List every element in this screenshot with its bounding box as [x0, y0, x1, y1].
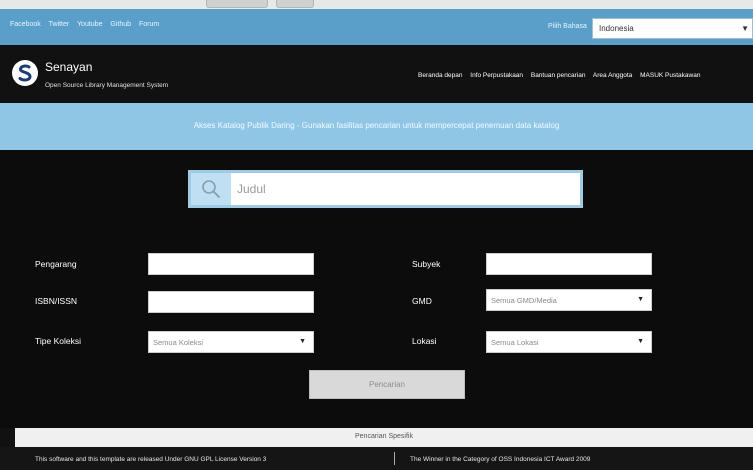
specific-search-toggle[interactable]: Pencarian Spesifik	[15, 428, 753, 447]
top-bar: Facebook Twitter Youtube Github Forum Pi…	[0, 9, 753, 45]
footer-divider	[394, 452, 395, 465]
nav-item-home[interactable]: Beranda depan	[418, 72, 462, 79]
forum-link[interactable]: Forum	[139, 21, 159, 28]
specific-search-label: Pencarian Spesifik	[355, 433, 413, 440]
language-selected-value: Indonesia	[599, 24, 634, 33]
title-search-input[interactable]	[237, 173, 577, 205]
language-select[interactable]: Indonesia ▼	[592, 18, 753, 39]
search-submit-button[interactable]: Pencarian	[309, 370, 465, 399]
gmd-label: GMD	[412, 296, 432, 306]
location-select[interactable]: Semua Lokasi ▼	[486, 331, 652, 353]
brand-tagline: Open Source Library Management System	[45, 82, 169, 89]
senayan-logo-icon[interactable]	[12, 60, 38, 86]
search-panel: Pengarang Subyek ISBN/ISSN GMD Semua GMD…	[0, 150, 753, 428]
footer-award-text: The Winner in the Category of OSS Indone…	[410, 456, 591, 463]
footer: This software and this template are rele…	[0, 447, 753, 470]
browser-tab[interactable]	[206, 0, 268, 8]
isbn-input[interactable]	[148, 291, 314, 313]
search-icon	[202, 180, 220, 198]
subject-label: Subyek	[412, 259, 441, 269]
facebook-link[interactable]: Facebook	[10, 21, 41, 28]
nav-item-search-help[interactable]: Bantuan pencarian	[531, 72, 586, 79]
banner-text: Akses Katalog Publik Daring - Gunakan fa…	[193, 121, 560, 130]
browser-tab-strip	[0, 0, 753, 9]
footer-license-text: This software and this template are rele…	[35, 456, 267, 463]
subject-input[interactable]	[486, 253, 652, 275]
collection-type-select[interactable]: Semua Koleksi ▼	[148, 331, 314, 353]
author-input[interactable]	[148, 253, 314, 275]
nav-item-library-info[interactable]: Info Perpustakaan	[470, 72, 523, 79]
search-icon-box[interactable]	[191, 173, 231, 205]
site-header: Senayan Open Source Library Management S…	[0, 45, 753, 103]
browser-tab[interactable]	[276, 0, 314, 8]
dropdown-arrow-icon: ▼	[637, 338, 644, 345]
collection-type-label: Tipe Koleksi	[35, 336, 81, 346]
dropdown-arrow-icon: ▼	[299, 338, 306, 345]
twitter-link[interactable]: Twitter	[49, 21, 70, 28]
brand-name[interactable]: Senayan	[45, 60, 92, 74]
gmd-selected-value: Semua GMD/Media	[491, 296, 557, 305]
gmd-select[interactable]: Semua GMD/Media ▼	[486, 289, 652, 311]
keyword-search-box	[188, 170, 583, 208]
location-selected-value: Semua Lokasi	[491, 338, 539, 347]
social-links: Facebook Twitter Youtube Github Forum	[10, 21, 165, 28]
main-navigation: Beranda depan Info Perpustakaan Bantuan …	[418, 72, 706, 79]
youtube-link[interactable]: Youtube	[77, 21, 102, 28]
dropdown-arrow-icon: ▼	[637, 296, 644, 303]
isbn-label: ISBN/ISSN	[35, 296, 78, 306]
collection-type-selected-value: Semua Koleksi	[153, 338, 204, 347]
nav-item-librarian-login[interactable]: MASUK Pustakawan	[640, 72, 700, 79]
info-banner: Akses Katalog Publik Daring - Gunakan fa…	[0, 103, 753, 150]
nav-item-member-area[interactable]: Area Anggota	[593, 72, 632, 79]
dropdown-arrow-icon: ▼	[741, 24, 749, 33]
location-label: Lokasi	[412, 336, 437, 346]
github-link[interactable]: Github	[110, 21, 131, 28]
author-label: Pengarang	[35, 259, 77, 269]
language-label: Pilih Bahasa	[548, 23, 587, 30]
